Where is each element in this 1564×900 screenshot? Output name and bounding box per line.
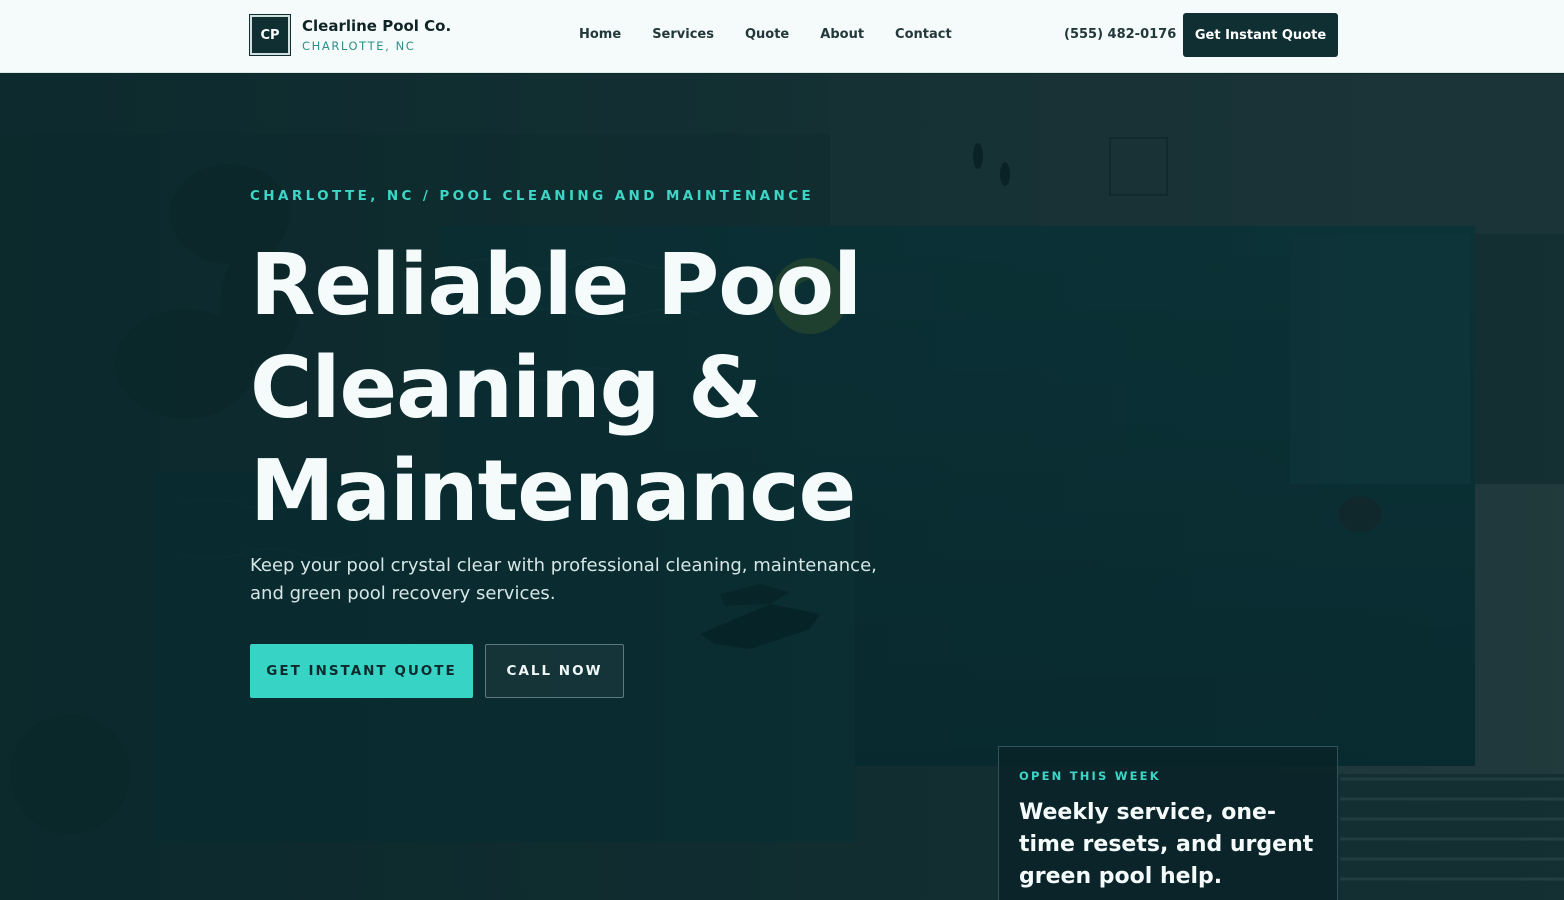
site-header: CP Clearline Pool Co. CHARLOTTE, NC Home…	[0, 0, 1564, 73]
main-nav: Home Services Quote About Contact	[579, 26, 983, 44]
nav-services[interactable]: Services	[652, 26, 714, 44]
card-label: OPEN THIS WEEK	[1019, 769, 1161, 783]
card-text: Weekly service, one-time resets, and urg…	[1019, 800, 1314, 889]
hero-subtext: Keep your pool crystal clear with profes…	[250, 555, 877, 604]
availability-card: OPEN THIS WEEK Weekly service, one-time …	[998, 746, 1338, 900]
nav-home[interactable]: Home	[579, 26, 621, 44]
phone-link[interactable]: (555) 482-0176	[1064, 26, 1176, 44]
logo-text: Clearline Pool Co. CHARLOTTE, NC	[302, 17, 451, 54]
nav-quote[interactable]: Quote	[745, 26, 789, 44]
nav-contact[interactable]: Contact	[895, 26, 952, 44]
logo[interactable]: CP Clearline Pool Co. CHARLOTTE, NC	[249, 14, 451, 56]
hero-eyebrow: CHARLOTTE, NC / POOL CLEANING AND MAINTE…	[250, 188, 815, 204]
nav-about[interactable]: About	[820, 26, 864, 44]
hero-section: CHARLOTTE, NC / POOL CLEANING AND MAINTE…	[0, 74, 1564, 900]
brand-name: Clearline Pool Co.	[302, 16, 452, 35]
get-instant-quote-button[interactable]: GET INSTANT QUOTE	[250, 644, 473, 698]
header-quote-button[interactable]: Get Instant Quote	[1183, 13, 1338, 57]
hero-headline: Reliable Pool Cleaning & Maintenance	[250, 236, 862, 541]
call-now-button[interactable]: CALL NOW	[485, 644, 624, 698]
brand-location: CHARLOTTE, NC	[302, 38, 416, 53]
logo-badge: CP	[249, 14, 291, 56]
